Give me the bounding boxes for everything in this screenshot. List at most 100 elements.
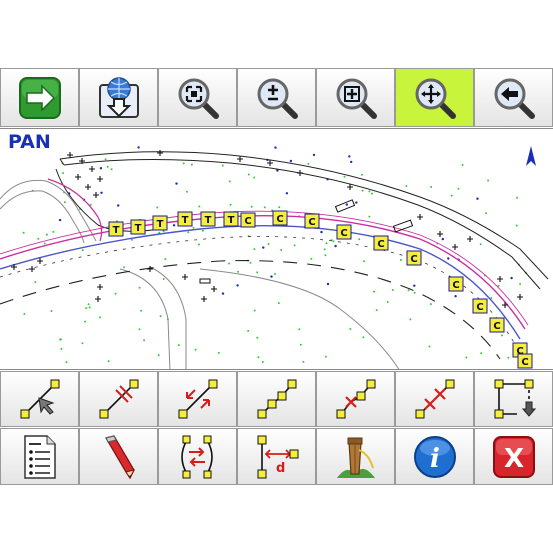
control-point <box>99 167 103 170</box>
control-point <box>413 284 416 287</box>
magnifier-extent-icon <box>178 78 219 119</box>
curve-offset-button[interactable] <box>158 428 237 485</box>
survey-point <box>409 318 412 321</box>
cross-marker <box>85 184 91 190</box>
mode-label: PAN <box>8 131 51 153</box>
cross-marker <box>75 174 81 180</box>
cross-marker <box>97 176 103 182</box>
survey-point <box>413 291 416 294</box>
cross-marker <box>97 284 103 290</box>
survey-drawing: T T T T T T C C CCCCCCCCC <box>0 146 549 369</box>
cross-marker <box>29 266 35 272</box>
close-button[interactable]: X <box>474 428 553 485</box>
control-point <box>476 197 479 200</box>
survey-point <box>324 254 327 257</box>
edit-toolbar-2: d i X <box>0 428 553 485</box>
survey-point <box>187 231 190 234</box>
station-marker-label: T <box>205 215 212 226</box>
survey-point <box>307 162 310 165</box>
survey-point <box>22 231 25 234</box>
station-marker-label: C <box>244 216 251 227</box>
survey-point <box>247 329 250 332</box>
pan-button[interactable] <box>395 68 474 127</box>
download-map-button[interactable] <box>79 68 158 127</box>
edit-toolbar-1 <box>0 371 553 427</box>
zoom-extent-button[interactable] <box>158 68 237 127</box>
map-canvas[interactable]: TTTTTTCCCCCCCCCCC PAN <box>0 128 553 370</box>
survey-point <box>428 345 431 348</box>
delete-vertices-button[interactable] <box>395 371 474 427</box>
cross-marker <box>452 244 458 250</box>
survey-point <box>257 356 260 359</box>
survey-point <box>325 242 328 245</box>
cross-marker <box>497 276 503 282</box>
zoom-window-button[interactable] <box>316 68 395 127</box>
survey-point <box>256 271 259 274</box>
station-marker-label: T <box>157 219 164 230</box>
edit-button[interactable] <box>79 428 158 485</box>
survey-point <box>157 354 160 357</box>
survey-point <box>198 243 200 246</box>
survey-point <box>65 361 68 364</box>
survey-point <box>162 230 165 233</box>
cross-marker <box>147 266 153 272</box>
survey-point <box>349 328 352 330</box>
boundary-lines <box>55 151 549 290</box>
reverse-line-button[interactable] <box>158 371 237 427</box>
survey-point <box>45 233 48 236</box>
zoom-previous-button[interactable] <box>474 68 553 127</box>
survey-point <box>182 162 185 165</box>
survey-point <box>229 203 232 206</box>
delete-vertex-button[interactable] <box>316 371 395 427</box>
zoom-in-out-button[interactable] <box>237 68 316 127</box>
survey-points <box>22 158 527 364</box>
survey-point <box>360 173 363 176</box>
offset-distance-button[interactable]: d <box>237 428 316 485</box>
survey-point <box>368 215 371 218</box>
survey-point <box>332 240 335 243</box>
survey-point <box>190 163 193 166</box>
survey-point <box>263 206 266 209</box>
survey-point <box>361 189 364 192</box>
control-point <box>285 192 289 195</box>
control-point <box>441 237 444 241</box>
polyline-button[interactable] <box>237 371 316 427</box>
stakeout-button[interactable] <box>316 428 395 485</box>
close-polygon-button[interactable] <box>474 371 553 427</box>
polyline-delete-vertices-icon <box>415 379 454 419</box>
control-point <box>355 201 358 204</box>
cross-marker <box>467 236 473 242</box>
info-label: i <box>430 444 440 474</box>
control-point <box>320 230 323 234</box>
station-marker-label: C <box>476 302 483 313</box>
survey-point <box>237 270 239 273</box>
control-point <box>348 155 351 158</box>
next-button[interactable] <box>0 68 79 127</box>
polyline-icon <box>257 379 296 419</box>
survey-point <box>465 356 468 359</box>
station-markers: T T T T T T C C CCCCCCCCC <box>108 210 533 369</box>
magnifier-pan-icon <box>415 78 456 119</box>
survey-point <box>450 194 453 197</box>
survey-point <box>479 243 482 246</box>
survey-point <box>302 360 305 363</box>
survey-point <box>386 301 389 303</box>
split-line-button[interactable] <box>79 371 158 427</box>
survey-point <box>253 309 256 312</box>
survey-point <box>362 336 365 339</box>
cross-marker <box>201 296 207 302</box>
control-point <box>334 244 337 248</box>
control-point <box>510 276 513 280</box>
survey-point <box>267 243 270 245</box>
survey-point <box>253 248 256 251</box>
close-label: X <box>503 444 523 474</box>
select-line-button[interactable] <box>0 371 79 427</box>
survey-point <box>323 248 326 251</box>
survey-point <box>457 187 460 190</box>
point-list-button[interactable] <box>0 428 79 485</box>
survey-point <box>81 342 84 345</box>
info-button[interactable]: i <box>395 428 474 485</box>
survey-point <box>143 339 146 342</box>
survey-point <box>407 289 410 292</box>
survey-point <box>98 316 101 319</box>
